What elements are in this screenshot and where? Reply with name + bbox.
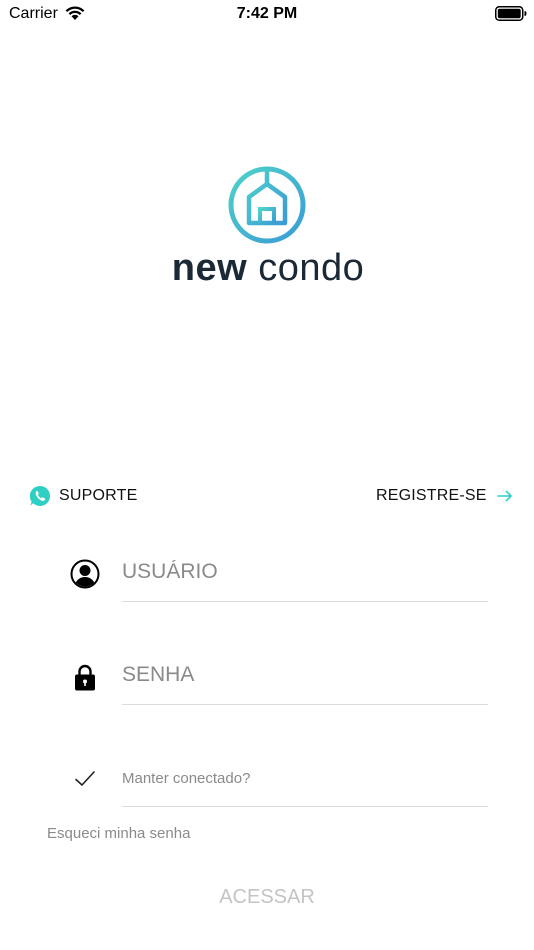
forgot-password-link[interactable]: Esqueci minha senha (47, 825, 190, 842)
logo-word-bold: new (171, 247, 248, 289)
password-input[interactable] (122, 655, 486, 695)
username-underline (122, 601, 488, 602)
battery-icon (495, 6, 527, 21)
keep-connected-underline (122, 806, 488, 807)
password-underline (122, 704, 488, 705)
support-label: SUPORTE (59, 487, 138, 504)
username-field-group (68, 542, 488, 602)
checkmark-icon[interactable] (74, 770, 96, 788)
password-field-group (68, 645, 488, 705)
arrow-right-icon (496, 490, 512, 502)
whatsapp-icon (29, 485, 51, 506)
register-link[interactable]: REGISTRE-SE (376, 484, 513, 508)
user-icon (70, 559, 100, 589)
logo-wordmark: new condo (170, 245, 366, 291)
keep-connected-label: Manter conectado? (122, 770, 251, 787)
keep-connected-toggle[interactable]: Manter conectado? (68, 758, 488, 808)
status-bar: Carrier 7:42 PM (0, 0, 534, 28)
register-label: REGISTRE-SE (376, 487, 487, 504)
app-logo: new condo (170, 163, 366, 293)
support-link[interactable]: SUPORTE (29, 484, 137, 508)
lock-icon (75, 664, 95, 691)
status-time: 7:42 PM (236, 5, 298, 22)
login-button[interactable]: ACESSAR (0, 880, 534, 914)
logo-word-light: condo (258, 247, 365, 289)
username-input[interactable] (122, 552, 486, 592)
house-logo-icon (228, 166, 306, 244)
